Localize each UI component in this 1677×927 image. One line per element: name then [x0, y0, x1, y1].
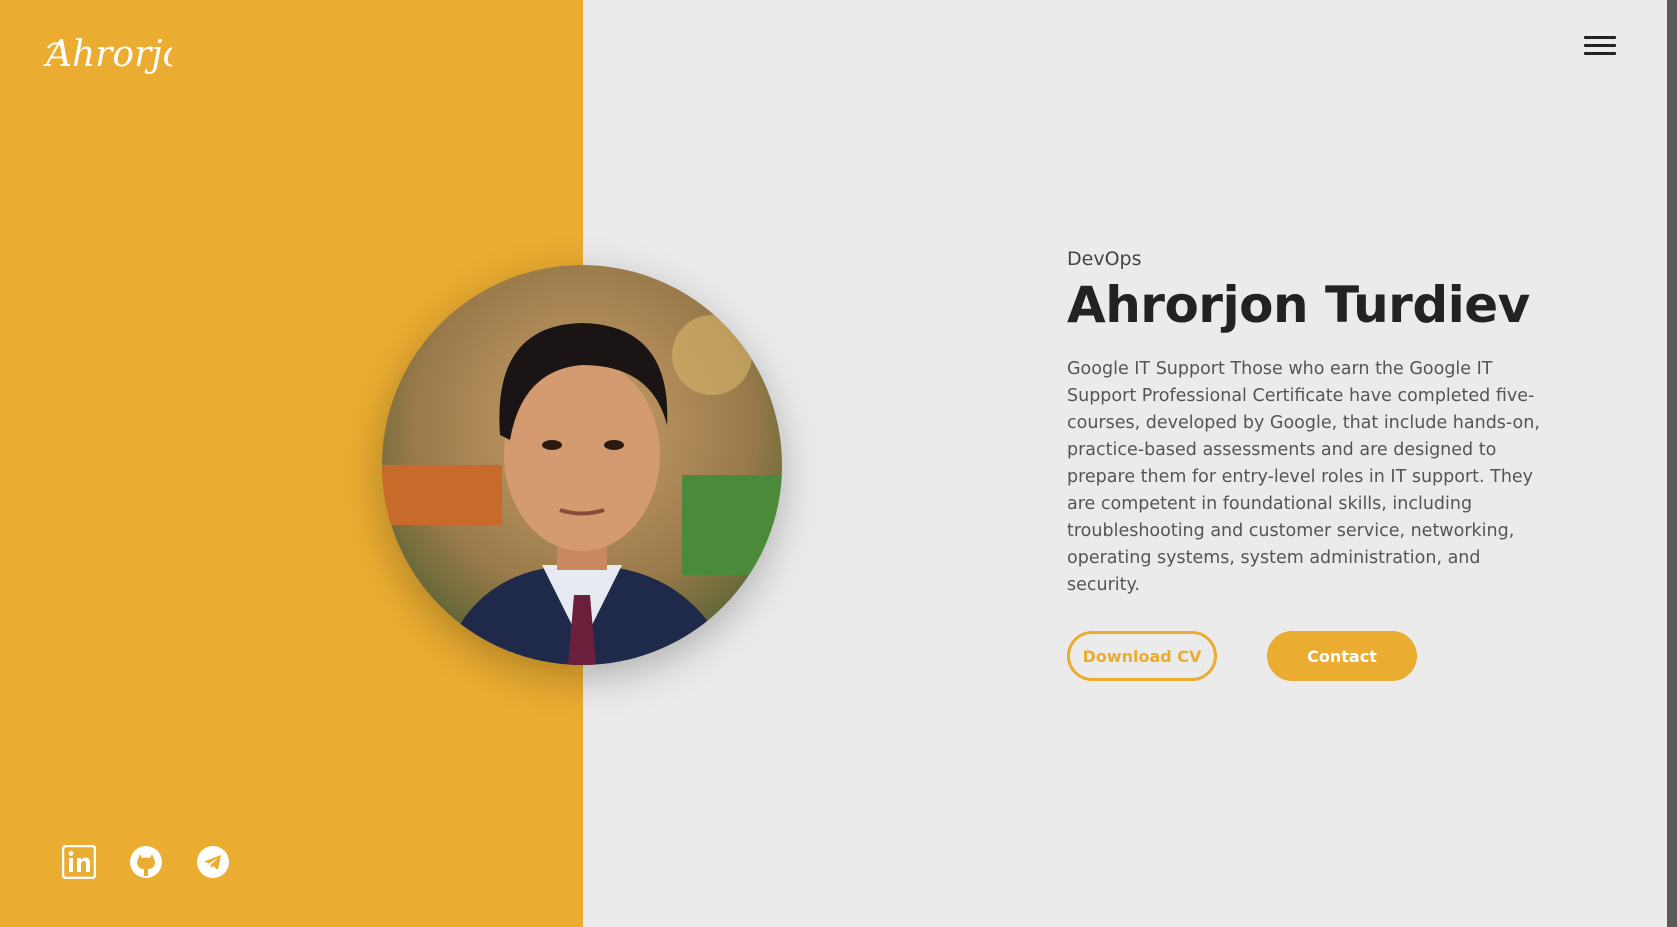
- contact-button[interactable]: Contact: [1267, 631, 1417, 681]
- download-cv-button[interactable]: Download CV: [1067, 631, 1217, 681]
- linkedin-icon: [62, 845, 96, 879]
- github-icon: [130, 846, 162, 878]
- hero-actions: Download CV Contact: [1067, 631, 1557, 681]
- role-subtitle: DevOps: [1067, 248, 1142, 270]
- hero-content: DevOps Ahrorjon Turdiev Google IT Suppor…: [1067, 248, 1557, 681]
- menu-button[interactable]: [1584, 36, 1616, 60]
- telegram-link[interactable]: [196, 845, 230, 879]
- telegram-icon: [197, 846, 229, 878]
- linkedin-link[interactable]: [62, 845, 96, 879]
- hero-name: Ahrorjon Turdiev: [1067, 276, 1530, 334]
- github-link[interactable]: [129, 845, 163, 879]
- scrollbar[interactable]: [1667, 0, 1677, 927]
- profile-photo: [382, 265, 782, 665]
- social-links: [62, 845, 230, 879]
- site-logo[interactable]: Ahrorjon: [42, 18, 207, 90]
- hamburger-menu-icon: [1584, 36, 1616, 55]
- logo-signature: Ahrorjon: [43, 34, 172, 75]
- hero-bio: Google IT Support Those who earn the Goo…: [1067, 359, 1540, 595]
